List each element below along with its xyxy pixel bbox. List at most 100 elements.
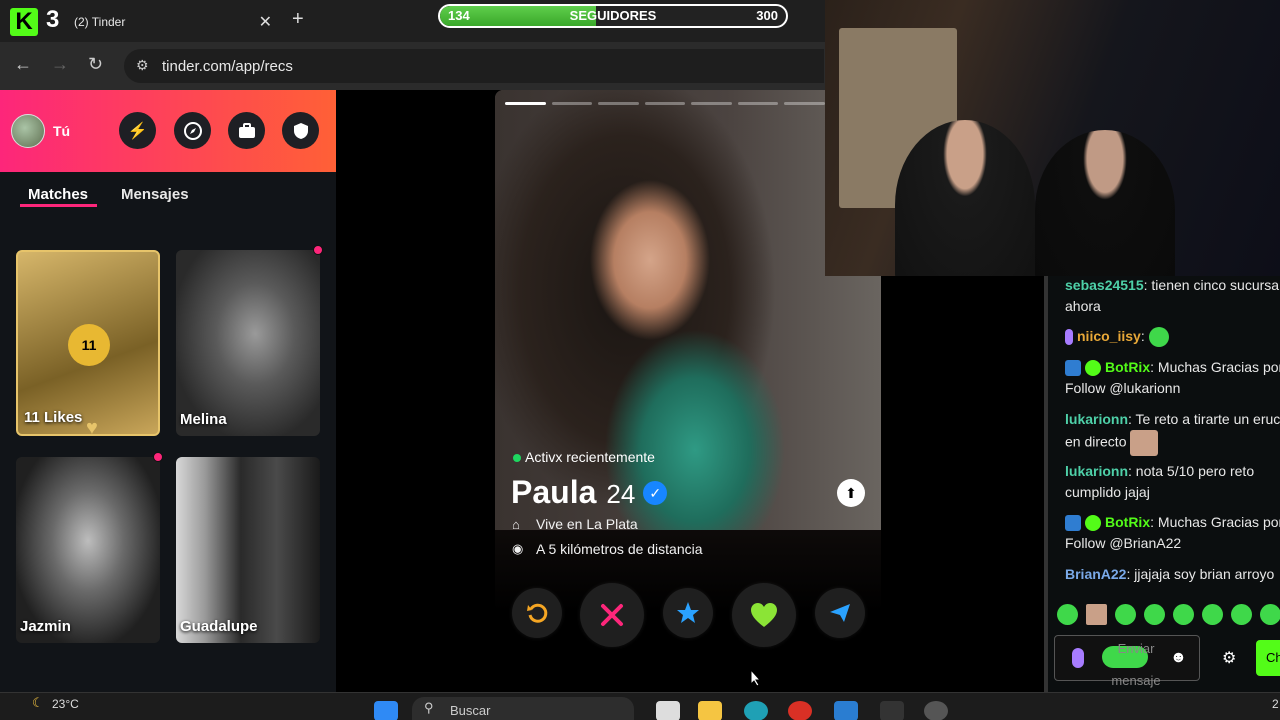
sidebar-tabs: Matches Mensajes bbox=[0, 172, 336, 222]
new-tab-button[interactable]: + bbox=[292, 8, 304, 31]
tab-matches[interactable]: Matches bbox=[28, 186, 88, 203]
chat-username[interactable]: BotRix bbox=[1105, 514, 1150, 530]
kick-logo-icon: K bbox=[10, 8, 38, 36]
chat-message: BotRix: Muchas Gracias por Follow @Brian… bbox=[1065, 512, 1280, 554]
chat-username[interactable]: BrianA22 bbox=[1065, 566, 1126, 582]
lives-info: ⌂ Vive en La Plata bbox=[512, 516, 638, 532]
chat-username[interactable]: sebas24515 bbox=[1065, 277, 1144, 293]
photo-progress-segment[interactable] bbox=[691, 102, 732, 105]
follower-goal-current: 134 bbox=[448, 8, 470, 23]
windows-start-icon[interactable] bbox=[374, 701, 398, 720]
verified-badge-icon bbox=[1085, 515, 1101, 532]
emote-icon bbox=[1130, 430, 1159, 456]
lives-text: Vive en La Plata bbox=[536, 516, 638, 532]
mic-icon[interactable] bbox=[1072, 648, 1084, 668]
emote-icon[interactable] bbox=[1086, 604, 1107, 625]
photo-progress-segment[interactable] bbox=[737, 102, 778, 105]
send-button[interactable] bbox=[815, 588, 865, 638]
tab-close-icon[interactable]: ✕ bbox=[259, 12, 272, 32]
tab-messages[interactable]: Mensajes bbox=[121, 186, 189, 203]
explore-icon[interactable] bbox=[174, 112, 211, 149]
back-button[interactable]: ← bbox=[14, 54, 32, 75]
activity-status: Activx recientemente bbox=[513, 449, 655, 465]
match-photo bbox=[176, 250, 320, 436]
edge-icon[interactable] bbox=[744, 701, 768, 720]
emote-icon[interactable] bbox=[1115, 604, 1136, 625]
forward-button[interactable]: → bbox=[51, 54, 69, 75]
unread-dot bbox=[153, 452, 163, 462]
distance-info: ◉ A 5 kilómetros de distancia bbox=[512, 541, 703, 557]
chat-message: sebas24515: tienen cinco sucursa ahora bbox=[1065, 275, 1280, 317]
chat-username[interactable]: lukarionn bbox=[1065, 411, 1128, 427]
verified-badge-icon bbox=[1085, 360, 1101, 377]
screen: K 3 (2) Tinder ✕ + SEGUIDORES 134 300 ← … bbox=[0, 0, 1280, 720]
chat-message: BotRix: Muchas Gracias por Follow @lukar… bbox=[1065, 357, 1280, 399]
site-settings-icon[interactable]: ⚙ bbox=[136, 57, 149, 74]
shield-icon[interactable] bbox=[282, 112, 319, 149]
superlike-button[interactable] bbox=[663, 588, 713, 638]
profile-card[interactable] bbox=[495, 90, 881, 612]
unread-dot bbox=[313, 245, 323, 255]
app-icon[interactable] bbox=[880, 701, 904, 720]
photo-progress-segment[interactable] bbox=[598, 102, 639, 105]
match-card[interactable]: Jazmin bbox=[16, 457, 160, 643]
photo-progress-segment[interactable] bbox=[644, 102, 685, 105]
streamer-left bbox=[895, 120, 1035, 276]
boost-icon[interactable]: ⚡ bbox=[119, 112, 156, 149]
gold-heart-icon: ♥ bbox=[86, 417, 98, 436]
moon-icon: ☾ bbox=[32, 695, 44, 710]
chat-username[interactable]: BotRix bbox=[1105, 359, 1150, 375]
chat-placeholder: Enviar mensaje bbox=[1111, 641, 1161, 688]
likes-card[interactable]: 11 11 Likes ♥ bbox=[16, 250, 160, 436]
mouse-cursor-icon bbox=[750, 669, 762, 687]
photo-progress-segment[interactable] bbox=[551, 102, 592, 105]
tinder-sidebar: Tú ⚡ Matches Mensajes 11 11 Likes ♥ Meli… bbox=[0, 90, 336, 692]
gear-icon[interactable]: ⚙ bbox=[1222, 648, 1236, 668]
match-card[interactable]: Melina bbox=[176, 250, 320, 436]
chat-text: : bbox=[1140, 328, 1145, 344]
search-icon: ⚲ bbox=[424, 700, 434, 715]
emote-icon[interactable] bbox=[1202, 604, 1223, 625]
file-explorer-icon[interactable] bbox=[698, 701, 722, 720]
url-field[interactable]: ⚙ tinder.com/app/recs bbox=[124, 49, 824, 83]
sidebar-header: Tú ⚡ bbox=[0, 90, 336, 172]
taskbar-search[interactable]: ⚲ Buscar bbox=[412, 697, 634, 720]
briefcase-icon[interactable] bbox=[228, 112, 265, 149]
tab-title: (2) Tinder bbox=[74, 15, 126, 29]
photo-progress-segment[interactable] bbox=[784, 102, 825, 105]
streamer-right bbox=[1035, 130, 1175, 276]
match-name: Guadalupe bbox=[180, 618, 258, 635]
open-profile-button[interactable]: ⬆ bbox=[837, 479, 865, 507]
like-button[interactable] bbox=[732, 583, 796, 647]
weather-temp[interactable]: 23°C bbox=[52, 697, 79, 711]
avatar[interactable] bbox=[11, 114, 45, 148]
vscode-icon[interactable] bbox=[834, 701, 858, 720]
emote-icon[interactable] bbox=[1057, 604, 1078, 625]
chat-send-button[interactable]: Ch bbox=[1256, 640, 1280, 676]
match-name: Melina bbox=[180, 411, 227, 428]
distance-text: A 5 kilómetros de distancia bbox=[536, 541, 703, 557]
verified-badge-icon: ✓ bbox=[643, 480, 668, 505]
task-view-icon[interactable] bbox=[656, 701, 680, 720]
reload-button[interactable]: ↻ bbox=[88, 54, 103, 75]
profile-label[interactable]: Tú bbox=[53, 123, 70, 139]
emote-icon[interactable] bbox=[1260, 604, 1280, 625]
rewind-button[interactable] bbox=[512, 588, 562, 638]
emote-icon[interactable] bbox=[1231, 604, 1252, 625]
chat-username[interactable]: lukarionn bbox=[1065, 463, 1128, 479]
nope-button[interactable] bbox=[580, 583, 644, 647]
emoji-icon[interactable]: ☻ bbox=[1170, 649, 1187, 667]
chrome-icon[interactable] bbox=[788, 701, 812, 720]
emote-icon[interactable] bbox=[1144, 604, 1165, 625]
online-dot bbox=[513, 454, 521, 462]
chat-username[interactable]: niico_iisy bbox=[1077, 328, 1141, 344]
profile-age: 24 bbox=[606, 479, 636, 509]
match-card[interactable]: Guadalupe bbox=[176, 457, 320, 643]
chrome-profile-icon[interactable] bbox=[924, 701, 948, 720]
address-bar: ← → ↻ ⚙ tinder.com/app/recs bbox=[0, 42, 825, 90]
chat-message: niico_iisy: bbox=[1065, 326, 1280, 348]
photo-progress-segment[interactable] bbox=[505, 102, 546, 105]
browser-tab[interactable]: (2) Tinder ✕ bbox=[66, 6, 280, 38]
clock: 2 bbox=[1272, 697, 1279, 711]
emote-icon[interactable] bbox=[1173, 604, 1194, 625]
